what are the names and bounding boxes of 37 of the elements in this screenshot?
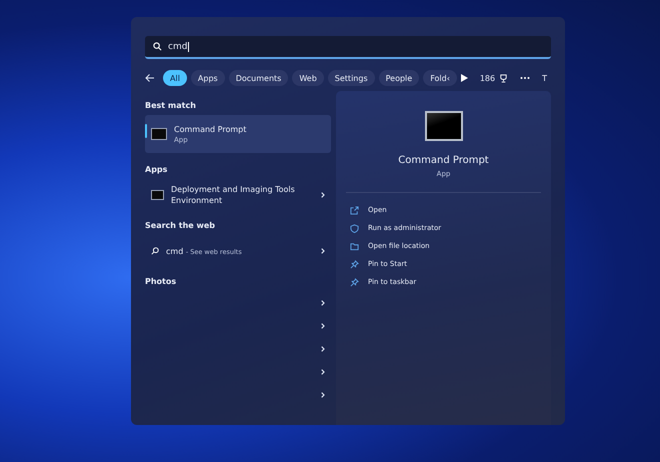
shield-icon [350, 224, 359, 232]
chevron-icon[interactable] [321, 322, 325, 328]
chevron-icon[interactable] [321, 300, 325, 306]
section-heading: Search the web [145, 220, 216, 232]
chevron-icon[interactable] [321, 346, 325, 352]
filter-tab[interactable]: All [163, 70, 187, 86]
section-heading: Best match [145, 100, 197, 112]
result-item[interactable]: Deployment and Imaging Tools Environment [145, 179, 331, 211]
trophy-icon [499, 74, 508, 82]
open-external-icon [350, 206, 359, 214]
section-heading: Photos [145, 276, 178, 288]
chevron-icon[interactable] [321, 392, 325, 398]
terminal-icon [424, 111, 462, 141]
terminal-icon [151, 190, 164, 200]
section-heading: Apps [145, 164, 168, 176]
chevron-icon[interactable] [321, 248, 325, 254]
chevron-icon[interactable] [321, 368, 325, 374]
app-title: Command Prompt [398, 155, 489, 166]
play-icon[interactable] [460, 74, 468, 82]
filter-tab[interactable]: Apps [190, 70, 225, 86]
search-icon [153, 42, 162, 51]
filter-tab[interactable]: Web [292, 70, 324, 86]
more-icon[interactable] [520, 76, 530, 80]
filter-tab[interactable]: People [378, 70, 420, 86]
pin-icon [350, 260, 359, 268]
pin-icon [350, 278, 359, 286]
filter-tab[interactable]: Settings [328, 70, 375, 86]
rewards-count: 186 [480, 74, 496, 82]
account-initial[interactable]: T [542, 74, 547, 82]
back-arrow-icon[interactable] [145, 73, 155, 83]
search-field[interactable]: cmd [145, 36, 551, 59]
filter-tab[interactable]: Documents [228, 70, 288, 86]
terminal-icon [151, 128, 167, 140]
folder-icon [350, 242, 359, 250]
chevron-icon[interactable] [321, 192, 325, 198]
filter-tab[interactable]: Fold‹ [423, 70, 457, 86]
search-icon [151, 247, 159, 255]
